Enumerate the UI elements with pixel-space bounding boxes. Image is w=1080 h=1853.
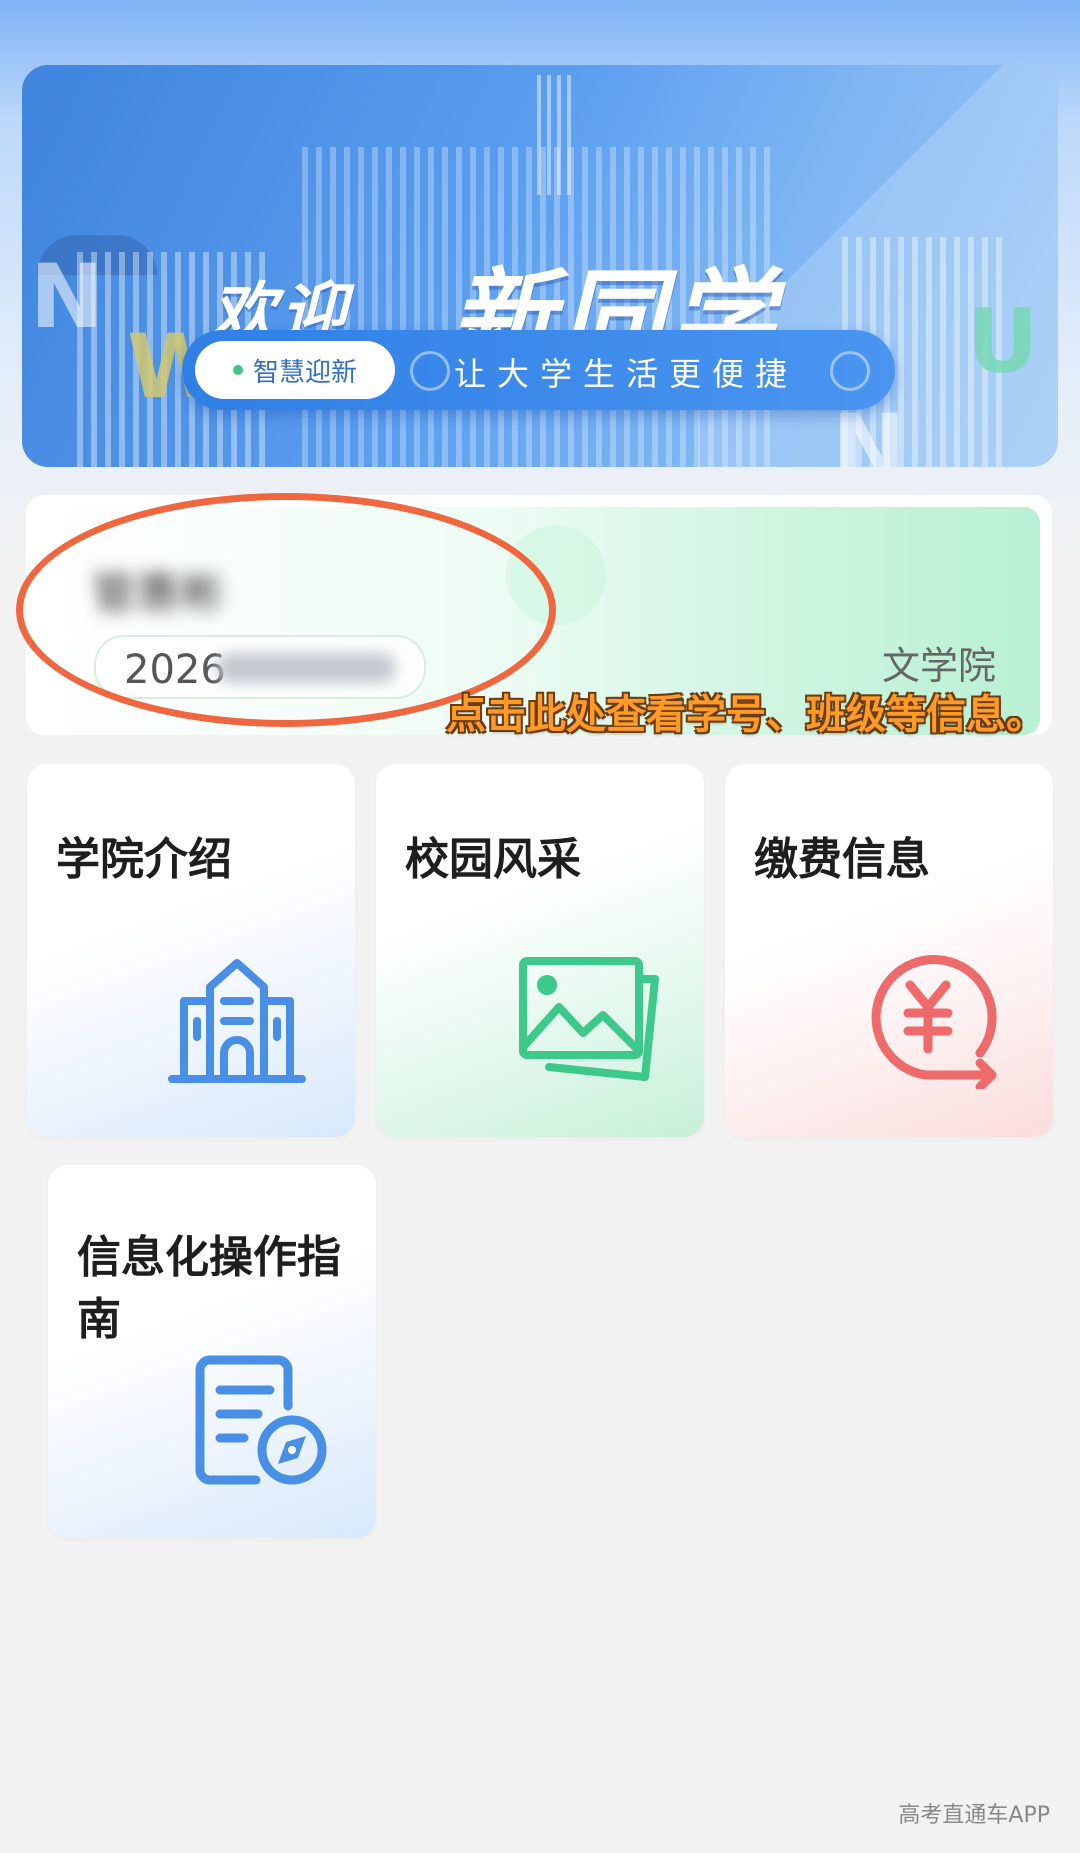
banner-tower-decor <box>537 75 577 195</box>
banner-letter-decor: U <box>967 290 1039 393</box>
welcome-banner[interactable]: N W U N 欢迎 新同学 智慧迎新 让大学生活更便捷 <box>22 65 1058 467</box>
yuan-payment-icon <box>860 949 1010 1093</box>
banner-tag-label: 智慧迎新 <box>252 357 357 388</box>
building-icon <box>162 949 312 1093</box>
feature-card-it-guide[interactable]: 信息化操作指南 <box>48 1165 376 1538</box>
banner-tag-badge: 智慧迎新 <box>195 341 395 399</box>
feature-card-label: 学院介绍 <box>56 834 232 885</box>
ripple-icon <box>830 351 870 391</box>
watermark: 高考直通车APP <box>898 1803 1050 1828</box>
ripple-icon <box>410 351 450 391</box>
banner-letter-decor: N <box>30 245 104 348</box>
feature-card-label: 信息化操作指南 <box>77 1232 341 1345</box>
image-gallery-icon <box>511 949 671 1093</box>
feature-card-college-intro[interactable]: 学院介绍 <box>27 764 355 1137</box>
annotation-caption: 点击此处查看学号、班级等信息。 <box>446 692 1046 738</box>
feature-card-campus-style[interactable]: 校园风采 <box>376 764 704 1137</box>
green-dot-icon <box>232 365 243 375</box>
banner-slogan-pill: 智慧迎新 让大学生活更便捷 <box>182 330 895 410</box>
banner-slogan: 让大学生活更便捷 <box>454 355 799 393</box>
feature-card-payment-info[interactable]: 缴费信息 <box>725 764 1053 1137</box>
document-compass-icon <box>188 1350 338 1494</box>
feature-card-label: 校园风采 <box>405 834 581 885</box>
feature-card-label: 缴费信息 <box>754 834 930 885</box>
